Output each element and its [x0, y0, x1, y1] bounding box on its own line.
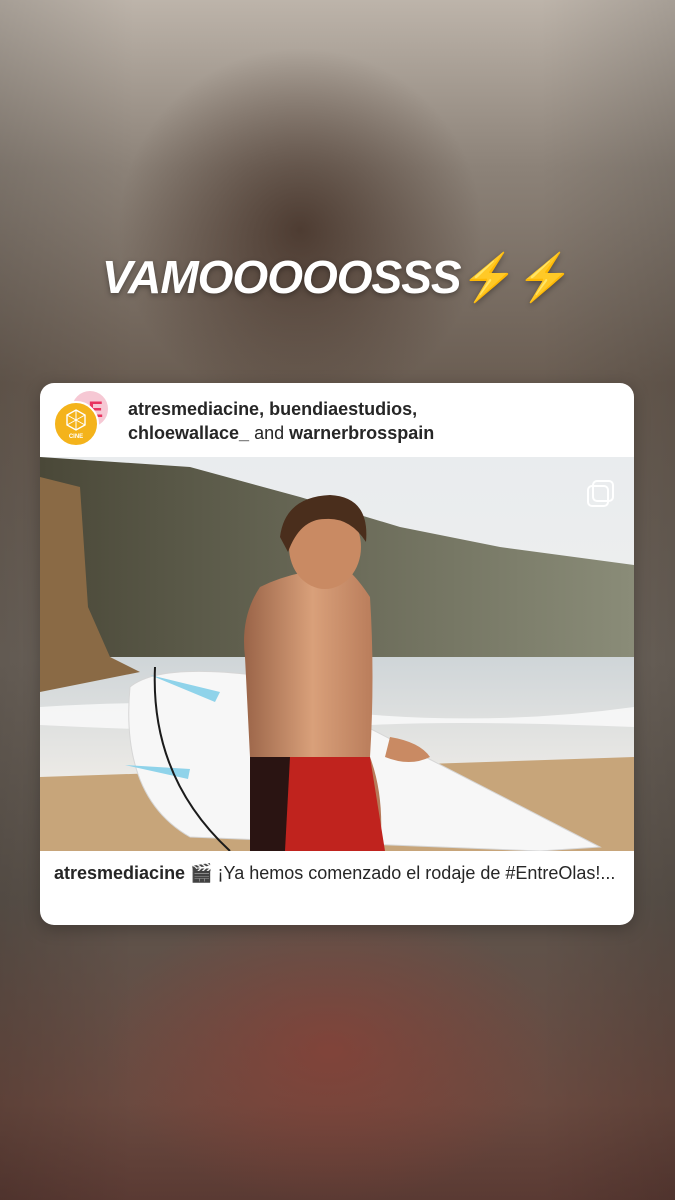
author-list-third[interactable]: warnerbrosspain	[289, 423, 434, 443]
primary-author-avatar[interactable]: CINE	[53, 401, 99, 447]
multiple-photos-icon	[587, 480, 614, 507]
author-list-second[interactable]: chloewallace_	[128, 423, 249, 443]
surfer-beach-photo	[40, 457, 634, 851]
caption-username[interactable]: atresmediacine	[54, 863, 185, 883]
lightning-bolt-emoji: ⚡⚡	[460, 251, 575, 303]
story-headline: VAMOOOOOSSS⚡⚡	[0, 250, 675, 305]
caption-text: ¡Ya hemos comenzado el rodaje de #EntreO…	[217, 863, 616, 883]
post-authors[interactable]: atresmediacine, buendiaestudios, chloewa…	[128, 397, 618, 445]
post-image[interactable]	[40, 457, 634, 851]
shared-post-card[interactable]: E CINE atresmediacine, buendiaestudios, …	[40, 383, 634, 925]
author-list-and: and	[254, 423, 285, 443]
post-caption: atresmediacine 🎬 ¡Ya hemos comenzado el …	[54, 861, 624, 885]
author-list-first[interactable]: atresmediacine, buendiaestudios,	[128, 399, 417, 419]
clapper-board-emoji: 🎬	[190, 863, 213, 883]
headline-text: VAMOOOOOSSS	[101, 251, 462, 303]
avatar-front-label: CINE	[68, 434, 84, 440]
post-header: E CINE atresmediacine, buendiaestudios, …	[40, 383, 634, 457]
cine-logo-icon	[66, 409, 86, 431]
